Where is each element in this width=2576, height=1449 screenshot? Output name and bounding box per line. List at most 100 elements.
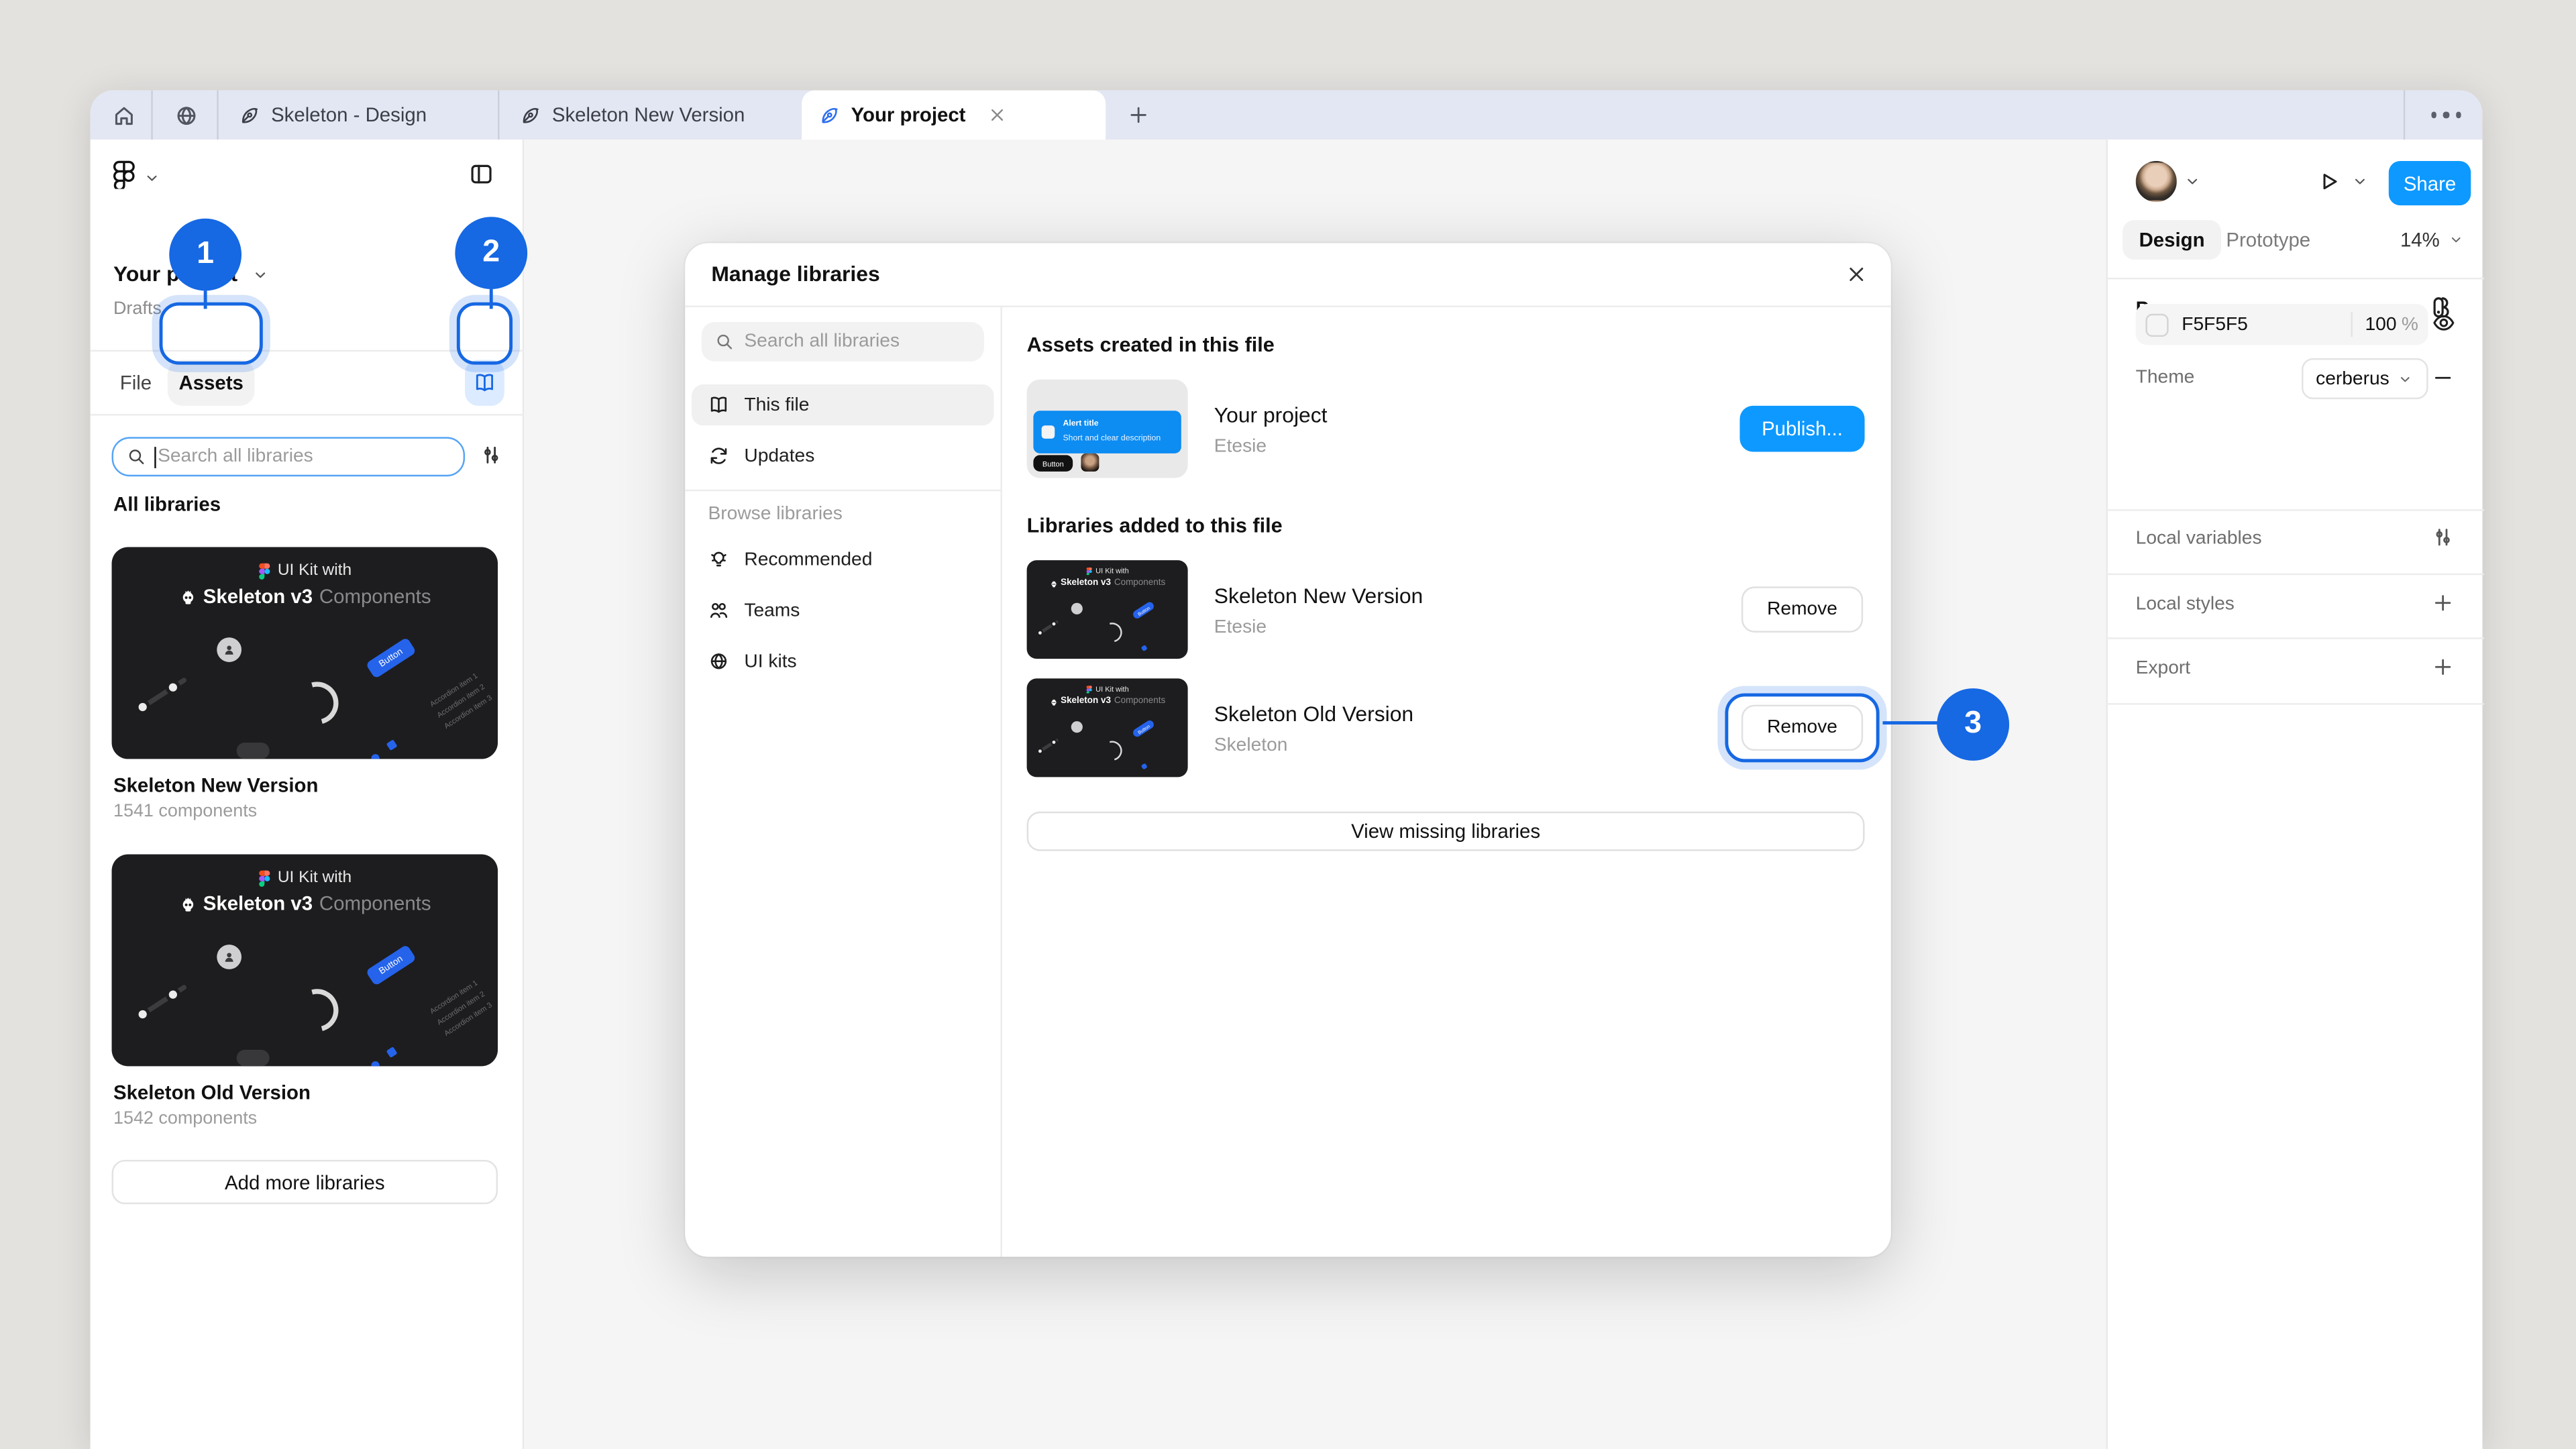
add-export-icon[interactable] bbox=[2431, 655, 2454, 678]
view-missing-libraries-button[interactable]: View missing libraries bbox=[1027, 812, 1865, 851]
search-icon bbox=[127, 447, 146, 466]
thumb-button-shape: Button bbox=[1132, 600, 1155, 620]
chevron-down-icon bbox=[2448, 231, 2464, 248]
people-icon bbox=[708, 600, 730, 621]
nav-this-file[interactable]: This file bbox=[692, 384, 994, 425]
thumb-button-shape: Button bbox=[1132, 719, 1155, 739]
eye-icon[interactable] bbox=[2431, 311, 2456, 335]
local-variables-section[interactable]: Local variables bbox=[2136, 529, 2262, 549]
nav-teams[interactable]: Teams bbox=[692, 590, 994, 631]
color-hex-value[interactable]: F5F5F5 bbox=[2182, 315, 2350, 334]
thumb-slider-shape bbox=[138, 984, 188, 1019]
tab-skeleton-new-version[interactable]: Skeleton New Version bbox=[502, 91, 800, 140]
thumb-kit-line: UI Kit with bbox=[112, 867, 498, 887]
close-tab-icon[interactable] bbox=[987, 105, 1006, 125]
tab-design[interactable]: Design bbox=[2123, 220, 2221, 260]
callout-stem bbox=[203, 290, 207, 309]
more-icon bbox=[2431, 112, 2461, 118]
library-card-skeleton-new-version[interactable]: UI Kit with Skeleton v3Components Button… bbox=[112, 547, 498, 759]
color-opacity-value[interactable]: 100 bbox=[2365, 315, 2396, 334]
tab-assets[interactable]: Assets bbox=[168, 360, 255, 406]
page-color-row[interactable]: F5F5F5 100 % bbox=[2136, 304, 2428, 345]
minus-icon[interactable] bbox=[2431, 366, 2454, 389]
lightbulb-icon bbox=[708, 549, 730, 570]
percent-sign: % bbox=[2402, 315, 2418, 334]
thumb-accordion-shape: Accordion item 1Accordion item 2Accordio… bbox=[427, 670, 495, 733]
callout-stem bbox=[1883, 720, 1939, 724]
add-more-libraries-button[interactable]: Add more libraries bbox=[112, 1160, 498, 1204]
library-row-thumbnail: UI Kit with Skeleton v3Components Button bbox=[1027, 678, 1188, 777]
assets-search-field[interactable] bbox=[112, 437, 466, 476]
callout-2: 2 bbox=[455, 217, 527, 289]
thumb-toggle-shape bbox=[237, 1050, 270, 1066]
share-button[interactable]: Share bbox=[2389, 161, 2471, 205]
chevron-down-icon bbox=[2398, 370, 2414, 386]
tab-bar: Skeleton - Design Skeleton New Version Y… bbox=[91, 91, 2483, 140]
divider bbox=[498, 91, 499, 140]
remove-library-button[interactable]: Remove bbox=[1741, 586, 1863, 633]
tab-prototype[interactable]: Prototype bbox=[2226, 228, 2310, 251]
chevron-down-icon[interactable] bbox=[2184, 172, 2202, 191]
zoom-level: 14% bbox=[2400, 228, 2440, 251]
community-button[interactable] bbox=[158, 91, 213, 140]
thumb-title-line: Skeleton v3Components bbox=[112, 892, 498, 915]
chevron-down-icon[interactable] bbox=[143, 169, 161, 187]
chevron-down-icon[interactable] bbox=[252, 266, 270, 284]
chevron-down-icon[interactable] bbox=[2351, 172, 2369, 191]
tab-your-project[interactable]: Your project bbox=[802, 91, 1106, 140]
add-style-icon[interactable] bbox=[2431, 592, 2454, 614]
assets-section-heading: Assets created in this file bbox=[1027, 333, 1275, 356]
library-title: Skeleton Old Version bbox=[1214, 702, 1413, 727]
tab-label: Skeleton - Design bbox=[271, 103, 427, 126]
close-dialog-icon[interactable] bbox=[1841, 260, 1871, 289]
thumb-checkbox-shape bbox=[1141, 763, 1148, 769]
library-owner: Etesie bbox=[1214, 618, 1267, 637]
tab-file[interactable]: File bbox=[120, 371, 152, 394]
more-menu-button[interactable] bbox=[2410, 91, 2483, 140]
thumb-slider-shape bbox=[1038, 738, 1059, 753]
local-styles-section[interactable]: Local styles bbox=[2136, 595, 2235, 614]
desktop: Skeleton - Design Skeleton New Version Y… bbox=[0, 0, 2576, 1449]
divider bbox=[1000, 306, 1002, 1257]
nav-recommended[interactable]: Recommended bbox=[692, 539, 994, 580]
nav-ui-kits[interactable]: UI kits bbox=[692, 641, 994, 682]
project-title: Your project bbox=[1214, 402, 1328, 427]
tab-skeleton-design[interactable]: Skeleton - Design bbox=[222, 91, 496, 140]
browse-libraries-label: Browse libraries bbox=[708, 504, 843, 524]
theme-label: Theme bbox=[2136, 368, 2195, 388]
nav-updates[interactable]: Updates bbox=[692, 435, 994, 476]
libraries-button[interactable] bbox=[465, 360, 504, 406]
refresh-icon bbox=[708, 445, 730, 467]
variables-icon[interactable] bbox=[2431, 526, 2454, 549]
thumb-button-shape: Button bbox=[366, 944, 417, 986]
tab-label: Your project bbox=[851, 103, 966, 126]
color-swatch[interactable] bbox=[2145, 313, 2168, 336]
divider bbox=[2404, 91, 2405, 140]
remove-library-button-highlighted[interactable]: Remove bbox=[1741, 705, 1863, 751]
project-owner: Etesie bbox=[1214, 437, 1267, 456]
library-card-meta: 1541 components bbox=[113, 802, 257, 821]
publish-button[interactable]: Publish... bbox=[1739, 406, 1864, 452]
modal-search-input[interactable] bbox=[744, 332, 997, 352]
library-card-title: Skeleton Old Version bbox=[113, 1081, 311, 1104]
new-tab-button[interactable] bbox=[1114, 91, 1163, 140]
globe-icon bbox=[708, 651, 730, 672]
home-button[interactable] bbox=[97, 91, 149, 140]
filter-icon[interactable] bbox=[480, 443, 502, 466]
divider bbox=[685, 490, 1000, 491]
zoom-control[interactable]: 14% bbox=[2400, 228, 2465, 251]
modal-search-field[interactable] bbox=[702, 322, 984, 362]
callout-stem bbox=[489, 289, 493, 309]
toggle-sidebar-icon[interactable] bbox=[468, 161, 494, 187]
theme-dropdown[interactable]: cerberus bbox=[2302, 358, 2428, 399]
export-section[interactable]: Export bbox=[2136, 659, 2190, 678]
library-card-skeleton-old-version[interactable]: UI Kit with Skeleton v3Components Button… bbox=[112, 854, 498, 1066]
file-icon bbox=[818, 105, 840, 126]
avatar[interactable] bbox=[2136, 161, 2177, 202]
thumb-kit-line: UI Kit with bbox=[1027, 567, 1188, 575]
figma-menu-button[interactable] bbox=[110, 160, 138, 189]
search-input[interactable] bbox=[158, 447, 450, 466]
present-play-icon[interactable] bbox=[2316, 169, 2341, 194]
thumb-spinner-shape bbox=[1099, 737, 1126, 764]
file-location[interactable]: Drafts bbox=[113, 299, 162, 319]
